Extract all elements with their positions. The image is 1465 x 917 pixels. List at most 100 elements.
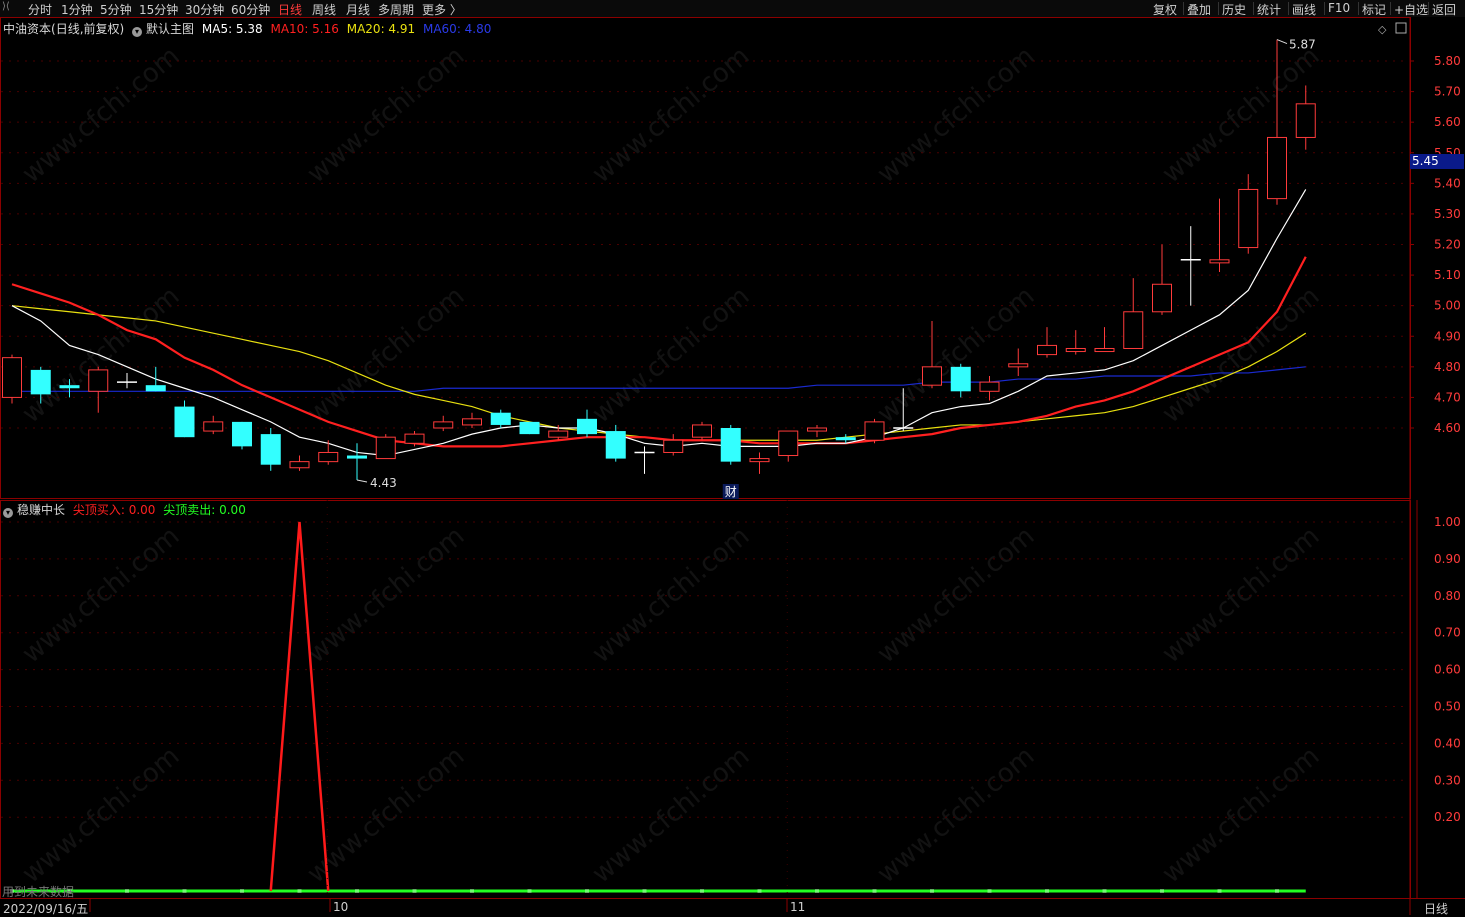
sell-signal-dot [815, 889, 819, 893]
candle-body-up [1267, 136, 1287, 200]
candle-body-up [375, 436, 396, 460]
sell-signal-dot [182, 889, 187, 893]
watermark-text: www.cfchi.com [587, 281, 756, 429]
month-label-oct: 10 [333, 900, 349, 914]
y-tick-label: 5.80 [1434, 54, 1461, 68]
candle-body-up [1123, 311, 1144, 349]
sell-signal-dot [757, 889, 762, 893]
future-data-note: 用到未来数据 [2, 885, 75, 899]
candle-body-down [835, 437, 856, 441]
watermark-text: www.cfchi.com [872, 41, 1041, 189]
candle-body-up [433, 421, 454, 429]
candle-body-down [577, 418, 597, 435]
candle-body-up [289, 461, 310, 469]
high-pointer [1276, 39, 1288, 45]
candle-body-up [462, 418, 482, 426]
sell-signal-dot [125, 889, 129, 893]
candle-body-down [232, 421, 252, 447]
candle-body-up [864, 421, 885, 441]
candle-body-down [59, 385, 80, 389]
y-tick-label: 5.20 [1434, 238, 1461, 252]
low-pointer [356, 479, 368, 483]
candle-body-up [1238, 188, 1259, 249]
event-marker[interactable]: 财 [725, 485, 737, 499]
diamond-icon[interactable]: ◇ [1378, 23, 1387, 36]
y-tick-label: 4.60 [1434, 421, 1461, 435]
y-tick-label: 5.10 [1434, 268, 1461, 282]
watermark-text: www.cfchi.com [1157, 741, 1326, 889]
watermark-text: www.cfchi.com [17, 521, 186, 669]
panel-toggle-icon[interactable] [1395, 22, 1407, 34]
footer-date: 2022/09/16/五 [3, 902, 89, 916]
candle-body-up [749, 458, 770, 463]
sell-signal-dot [355, 889, 359, 893]
ma5-line [11, 189, 1307, 457]
candle-body-up [922, 366, 942, 386]
candle-body-down [605, 431, 626, 459]
watermark-text: www.cfchi.com [302, 281, 471, 429]
candle-body-up [203, 421, 224, 432]
indicator-y-tick-label: 0.90 [1434, 552, 1461, 566]
sell-signal-dot [1045, 889, 1049, 893]
candle-body-up [548, 430, 569, 438]
candle-body-up [1152, 283, 1172, 313]
sell-signal-dot [470, 889, 474, 893]
candle-body-down [260, 434, 281, 465]
indicator-y-tick-label: 0.70 [1434, 626, 1461, 640]
buy-signal-spike [269, 521, 330, 892]
y-tick-label: 5.30 [1434, 207, 1461, 221]
y-tick-label: 5.40 [1434, 176, 1461, 190]
indicator-y-tick-label: 1.00 [1434, 515, 1461, 529]
candle-body-up [88, 369, 109, 392]
candle-body-down [519, 421, 540, 435]
indicator-y-tick-label: 0.20 [1434, 810, 1461, 824]
y-tick-label: 4.80 [1434, 360, 1461, 374]
footer-period[interactable]: 日线 [1424, 900, 1448, 917]
watermark-text: www.cfchi.com [587, 521, 756, 669]
candle-body-up [778, 430, 799, 457]
indicator-y-tick-label: 0.80 [1434, 589, 1461, 603]
sell-signal-dot [1102, 889, 1107, 893]
sell-signal-dot [872, 889, 877, 893]
sell-signal-dot [297, 889, 302, 893]
sell-signal-dot [1217, 889, 1222, 893]
candle-body-up [807, 427, 827, 432]
candle-body-up [2, 357, 22, 398]
y-tick-label: 4.90 [1434, 329, 1461, 343]
candle-body-down [30, 369, 51, 395]
high-label: 5.87 [1289, 38, 1316, 52]
candle-body-down [174, 406, 195, 438]
chart-canvas[interactable]: www.cfchi.com www.cfchi.com www.cfchi.com w… [0, 0, 1465, 915]
sell-signal-dot [240, 889, 244, 893]
watermark-text: www.cfchi.com [1157, 521, 1326, 669]
y-tick-label: 5.70 [1434, 85, 1461, 99]
current-price-tag: 5.45 [1410, 154, 1464, 169]
sell-signal-dot [987, 889, 992, 893]
y-tick-label: 5.00 [1434, 299, 1461, 313]
sell-signal-dot [412, 889, 417, 893]
y-tick-label: 4.70 [1434, 390, 1461, 404]
candle-body-up [663, 439, 684, 453]
low-label: 4.43 [370, 476, 397, 490]
candle-body-down [720, 428, 741, 462]
watermark-text: www.cfchi.com [587, 741, 756, 889]
candle-body-up [1037, 344, 1057, 356]
indicator-y-tick-label: 0.40 [1434, 736, 1461, 750]
watermark-text: www.cfchi.com [302, 41, 471, 189]
candle-body-down [145, 385, 166, 392]
sell-signal-dot [700, 889, 704, 893]
candle-body-up [692, 424, 712, 438]
watermark-text: www.cfchi.com [17, 741, 186, 889]
watermark-text: www.cfchi.com [872, 521, 1041, 669]
month-label-nov: 11 [790, 900, 806, 914]
indicator-y-tick-label: 0.50 [1434, 700, 1461, 714]
sell-signal-dot [642, 889, 647, 893]
sell-signal-dot [930, 889, 934, 893]
sell-signal-dot [585, 889, 589, 893]
candle-body-up [1065, 347, 1086, 353]
candle-body-up [318, 451, 339, 463]
candle-body-up [1209, 259, 1230, 264]
watermark-text: www.cfchi.com [17, 41, 186, 189]
sell-signal-dot [1160, 889, 1164, 893]
y-tick-label: 5.60 [1434, 115, 1461, 129]
